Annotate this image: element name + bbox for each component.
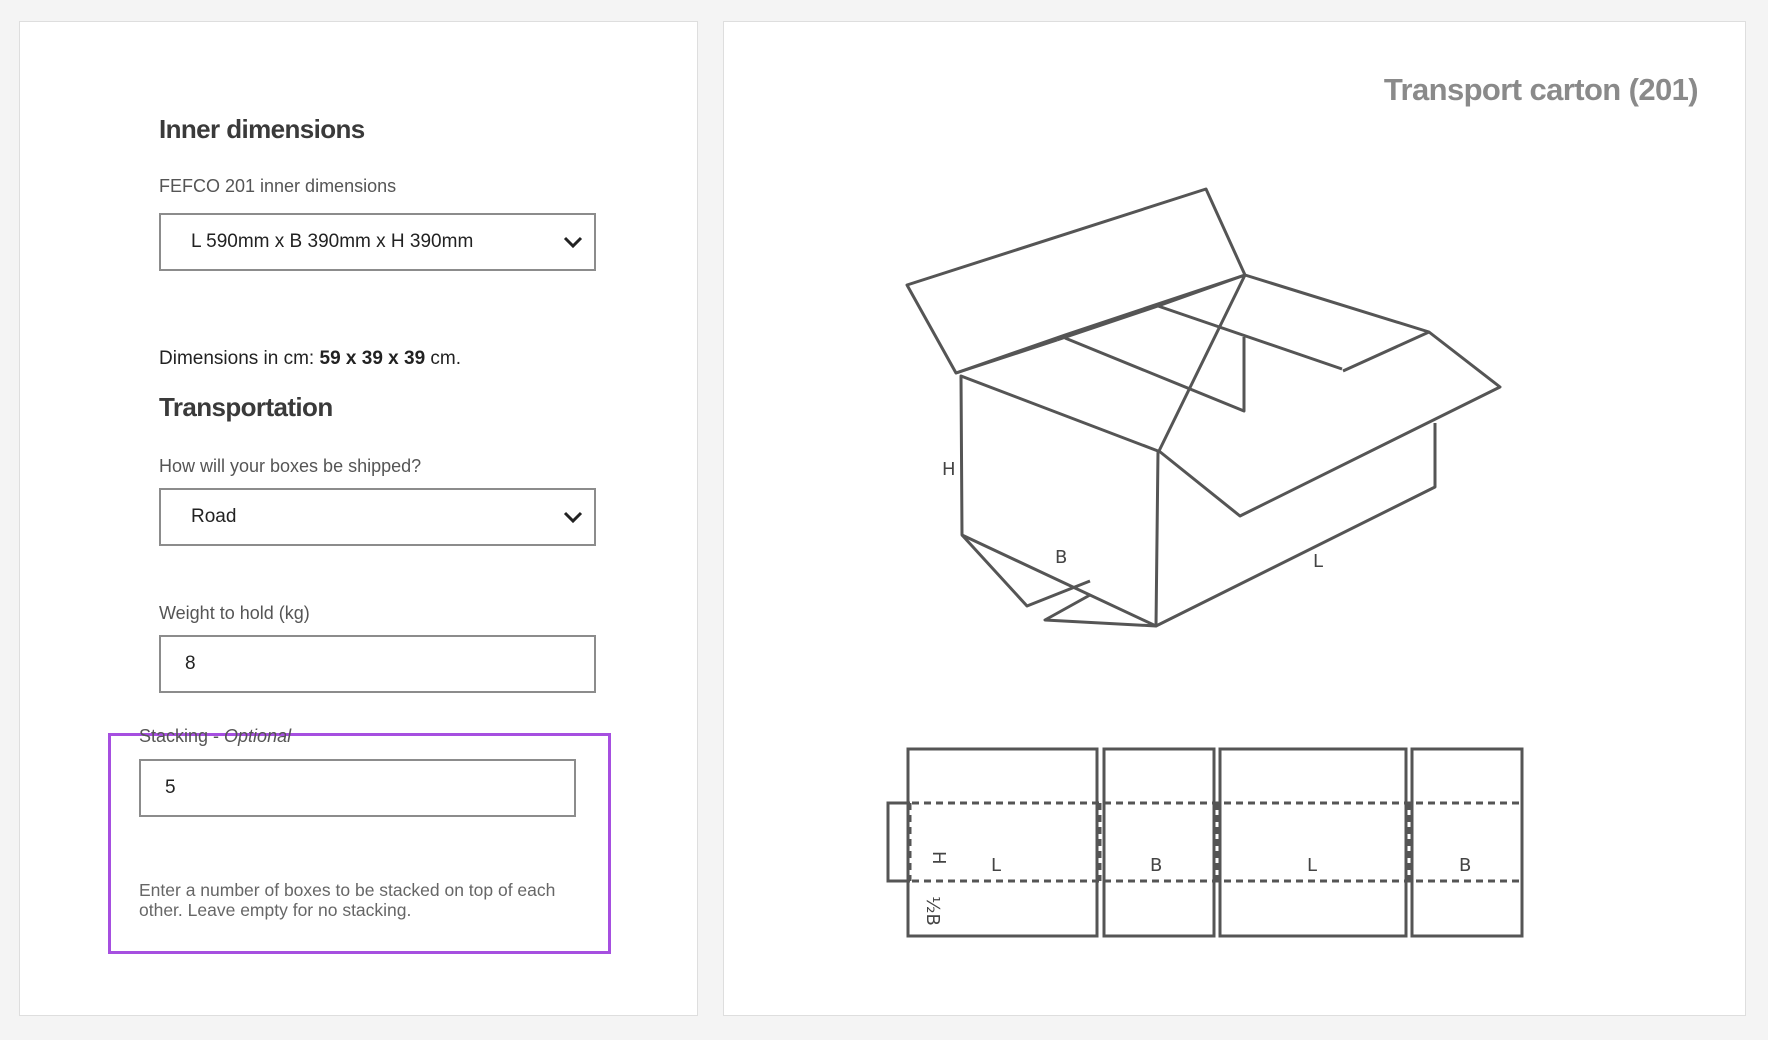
stacking-label: Stacking - Optional bbox=[139, 726, 292, 746]
inner-dimensions-label: FEFCO 201 inner dimensions bbox=[159, 176, 397, 196]
flat-layout bbox=[886, 747, 1524, 938]
chevron-down-icon bbox=[563, 511, 583, 524]
weight-label: Weight to hold (kg) bbox=[159, 603, 310, 623]
chevron-down-icon bbox=[563, 236, 583, 249]
flat-label-panel: L bbox=[991, 855, 1001, 876]
shipping-value: Road bbox=[191, 506, 237, 527]
carton-flap-right bbox=[1157, 273, 1502, 518]
flat-label-panel: B bbox=[1150, 855, 1162, 876]
dimensions-prefix: Dimensions in cm: bbox=[159, 348, 320, 369]
stacking-help-text: Enter a number of boxes to be stacked on… bbox=[139, 880, 556, 920]
weight-value: 8 bbox=[185, 653, 196, 674]
inner-dimensions-value: L 590mm x B 390mm x H 390mm bbox=[191, 231, 474, 252]
dimensions-suffix: cm. bbox=[425, 348, 462, 369]
weight-input[interactable]: 8 bbox=[159, 635, 596, 693]
flat-label-h: H bbox=[928, 851, 949, 865]
dimensions-in-cm: Dimensions in cm: 59 x 39 x 39 cm. bbox=[159, 348, 461, 370]
stacking-input[interactable]: 5 bbox=[139, 759, 576, 817]
carton-label-l: L bbox=[1313, 551, 1323, 572]
carton-illustration: H B L H ½B L B L B bbox=[886, 187, 1524, 938]
inner-dimensions-select[interactable]: L 590mm x B 390mm x H 390mm bbox=[159, 213, 596, 271]
carton-face-left bbox=[959, 374, 1160, 628]
transportation-heading: Transportation bbox=[159, 392, 333, 422]
stacking-label-text: Stacking bbox=[139, 726, 209, 746]
inner-dimensions-heading: Inner dimensions bbox=[159, 114, 365, 144]
carton-flap-back bbox=[905, 187, 1247, 375]
stacking-optional: Optional bbox=[224, 726, 292, 746]
dimensions-value: 59 x 39 x 39 bbox=[319, 348, 426, 369]
flat-label-half-b: ½B bbox=[922, 896, 943, 926]
shipping-label: How will your boxes be shipped? bbox=[159, 456, 422, 476]
diagram-panel: Transport carton (201) H B L H ½B L B L … bbox=[723, 21, 1746, 1016]
carton-label-h: H bbox=[942, 459, 956, 480]
flat-label-panel: B bbox=[1459, 855, 1471, 876]
shipping-select[interactable]: Road bbox=[159, 488, 596, 546]
stacking-value: 5 bbox=[165, 777, 176, 798]
carton-label-b: B bbox=[1055, 547, 1067, 568]
flat-label-panel: L bbox=[1307, 855, 1317, 876]
